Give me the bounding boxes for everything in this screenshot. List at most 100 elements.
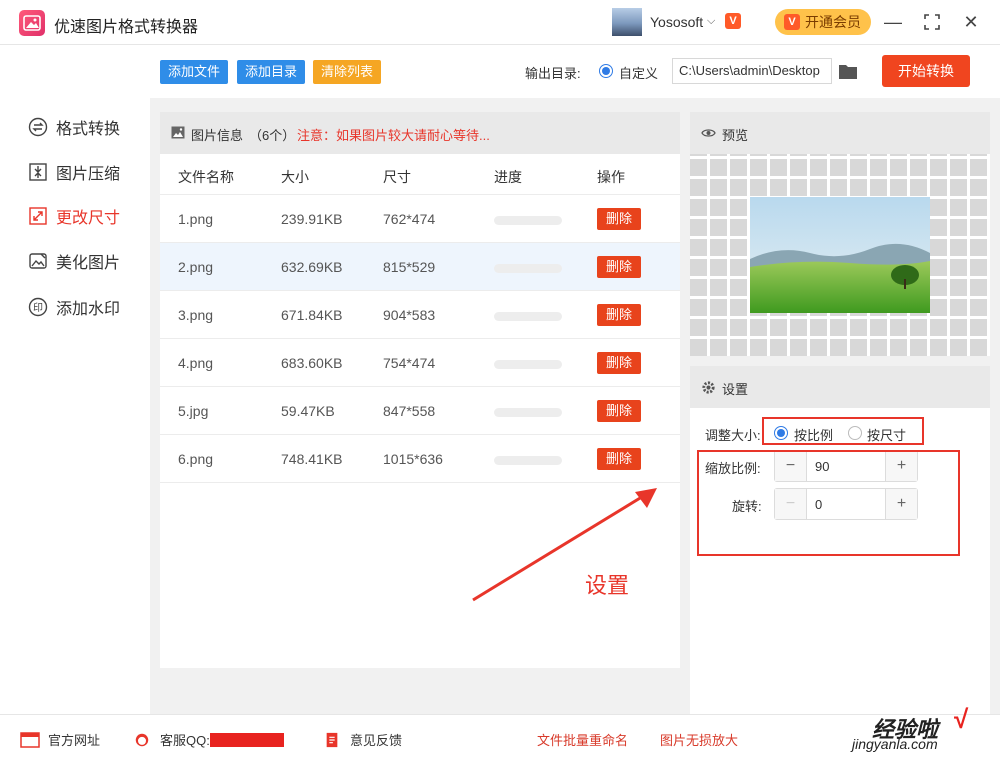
sidebar-item-watermark[interactable]: 印 添加水印 (28, 295, 120, 319)
clear-list-button[interactable]: 清除列表 (313, 60, 382, 84)
table-row[interactable]: 5.jpg 59.47KB 847*558 删除 (160, 387, 680, 435)
image-icon (171, 126, 185, 139)
file-size-cell: 239.91KB (281, 211, 343, 227)
user-avatar[interactable] (612, 8, 642, 36)
table-row[interactable]: 6.png 748.41KB 1015*636 删除 (160, 435, 680, 483)
column-header-dims: 尺寸 (383, 169, 411, 185)
vip-badge-icon: V (725, 13, 741, 29)
file-size-cell: 632.69KB (281, 259, 343, 275)
user-name[interactable]: Yososoft (650, 14, 703, 30)
annotation-arrow-icon (472, 488, 657, 602)
table-row[interactable]: 1.png 239.91KB 762*474 删除 (160, 195, 680, 243)
vip-button[interactable]: V 开通会员 (775, 9, 871, 35)
vip-icon: V (784, 14, 800, 30)
sidebar-item-format-convert[interactable]: 格式转换 (28, 115, 120, 139)
qq-label: 客服QQ: (160, 733, 210, 748)
minimize-button[interactable]: — (882, 11, 904, 33)
column-header-progress: 进度 (494, 169, 522, 185)
panel-title: 图片信息 (191, 128, 244, 143)
file-dims-cell: 847*558 (383, 403, 436, 419)
watermark-check-icon: √ (954, 704, 969, 734)
sidebar-item-label: 添加水印 (56, 301, 121, 318)
progress-bar (494, 360, 562, 369)
file-dims-cell: 754*474 (383, 355, 436, 371)
sidebar-item-label: 美化图片 (56, 255, 121, 272)
folder-icon[interactable] (838, 62, 858, 80)
sidebar-item-label: 图片压缩 (56, 166, 121, 183)
file-size-cell: 683.60KB (281, 355, 343, 371)
sidebar-item-resize[interactable]: 更改尺寸 (28, 204, 120, 228)
app-logo-icon (19, 10, 45, 36)
progress-bar (494, 216, 562, 225)
sidebar-item-label: 更改尺寸 (56, 210, 121, 227)
sidebar-item-compress[interactable]: 图片压缩 (28, 160, 120, 184)
delete-button[interactable]: 删除 (597, 448, 641, 470)
highlight-box-resize-mode (762, 417, 924, 445)
file-dims-cell: 904*583 (383, 307, 436, 323)
table-row[interactable]: 2.png 632.69KB 815*529 删除 (160, 243, 680, 291)
svg-text:印: 印 (33, 302, 43, 314)
table-row[interactable]: 3.png 671.84KB 904*583 删除 (160, 291, 680, 339)
lossless-enlarge-link[interactable]: 图片无损放大 (660, 730, 738, 749)
delete-button[interactable]: 删除 (597, 304, 641, 326)
chevron-down-icon[interactable]: ⌵ (707, 15, 715, 28)
file-size-cell: 59.47KB (281, 403, 335, 419)
preview-header: 预览 (690, 112, 990, 154)
add-directory-button[interactable]: 添加目录 (237, 60, 306, 84)
watermark-url: jingyanla.com (852, 736, 938, 752)
batch-rename-link[interactable]: 文件批量重命名 (537, 730, 628, 749)
redacted-qq-number (209, 732, 284, 747)
eye-icon (701, 129, 716, 137)
output-custom-radio[interactable] (599, 64, 613, 78)
file-name-cell: 4.png (178, 355, 214, 371)
preview-title: 预览 (722, 128, 749, 143)
notice-text: 注意：如果图片较大请耐心等待... (297, 128, 490, 143)
output-path-input[interactable]: C:\Users\admin\Desktop (672, 58, 832, 84)
output-custom-label[interactable]: 自定义 (619, 63, 658, 82)
file-dims-cell: 815*529 (383, 259, 436, 275)
delete-button[interactable]: 删除 (597, 400, 641, 422)
website-link[interactable]: 官方网址 (20, 730, 100, 749)
website-icon (20, 731, 40, 748)
beautify-icon (29, 253, 47, 269)
progress-bar (494, 264, 562, 273)
support-avatar-icon (135, 733, 149, 746)
add-file-button[interactable]: 添加文件 (160, 60, 229, 84)
maximize-button[interactable] (921, 11, 943, 33)
file-name-cell: 1.png (178, 211, 214, 227)
progress-bar (494, 408, 562, 417)
watermark-icon: 印 (28, 297, 48, 317)
file-count: （6个） (249, 128, 296, 143)
sidebar-item-beautify[interactable]: 美化图片 (28, 249, 120, 273)
vip-label: 开通会员 (805, 14, 861, 30)
file-panel-header: 图片信息 （6个） 注意：如果图片较大请耐心等待... (160, 112, 680, 154)
feedback-link[interactable]: 意见反馈 (322, 730, 402, 749)
delete-button[interactable]: 删除 (597, 256, 641, 278)
preview-image (750, 197, 930, 313)
file-name-cell: 2.png (178, 259, 214, 275)
progress-bar (494, 456, 562, 465)
title-bar: 优速图片格式转换器 Yososoft ⌵ V V 开通会员 — ✕ (0, 0, 1000, 45)
file-size-cell: 748.41KB (281, 451, 343, 467)
format-convert-icon (28, 117, 48, 137)
start-convert-button[interactable]: 开始转换 (882, 55, 970, 87)
feedback-label: 意见反馈 (350, 733, 403, 748)
close-button[interactable]: ✕ (960, 11, 982, 33)
feedback-icon (326, 732, 338, 747)
preview-panel: 预览 (690, 112, 990, 356)
table-row[interactable]: 4.png 683.60KB 754*474 删除 (160, 339, 680, 387)
delete-button[interactable]: 删除 (597, 208, 641, 230)
sidebar: 格式转换 图片压缩 更改尺寸 美化图片 印 添加水印 (0, 46, 150, 714)
sidebar-item-label: 格式转换 (56, 121, 121, 138)
file-dims-cell: 1015*636 (383, 451, 443, 467)
progress-bar (494, 312, 562, 321)
customer-service-qq[interactable]: 客服QQ: (132, 730, 284, 749)
settings-header: 设置 (690, 366, 990, 408)
delete-button[interactable]: 删除 (597, 352, 641, 374)
highlight-box-settings (697, 450, 960, 556)
output-dir-label: 输出目录: (525, 66, 581, 81)
file-name-cell: 6.png (178, 451, 214, 467)
column-header-name: 文件名称 (178, 169, 234, 185)
column-header-action: 操作 (597, 169, 625, 185)
app-title: 优速图片格式转换器 (54, 19, 199, 36)
